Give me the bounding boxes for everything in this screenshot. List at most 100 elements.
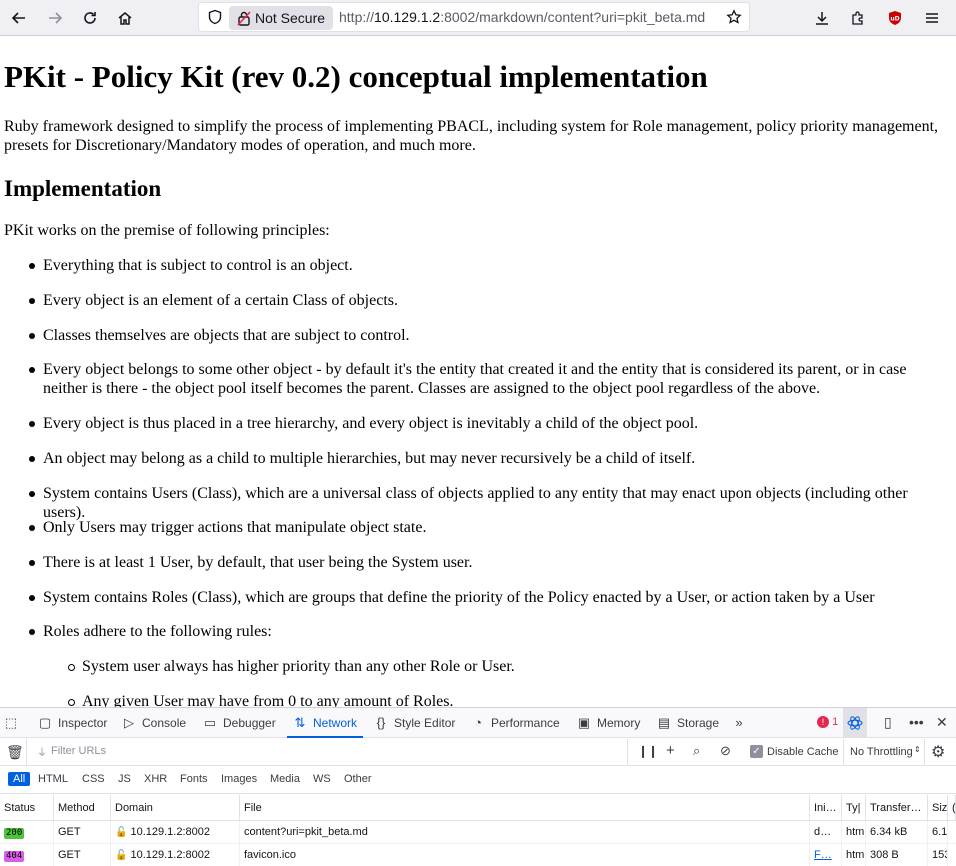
- tab-inspector[interactable]: ▢ Inspector: [38, 708, 108, 738]
- list-item: Every object is thus placed in a tree hi…: [29, 414, 943, 433]
- list-item: Only Users may trigger actions that mani…: [29, 518, 943, 537]
- tab-memory[interactable]: ▣ Memory: [577, 708, 641, 738]
- inspector-icon: ▢: [38, 715, 52, 730]
- network-icon: ⇅: [294, 715, 306, 730]
- tab-network[interactable]: ⇅ Network: [286, 708, 364, 738]
- type-filter-fonts[interactable]: Fonts: [180, 773, 208, 785]
- type-filter-xhr[interactable]: XHR: [144, 773, 167, 785]
- memory-icon: ▣: [577, 715, 591, 730]
- list-item: There is at least 1 User, by default, th…: [29, 553, 943, 572]
- sub-list-item: Any given User may have from 0 to any am…: [68, 692, 942, 707]
- tab-style-editor[interactable]: {} Style Editor: [374, 708, 456, 738]
- column-type[interactable]: Ty|: [842, 795, 866, 820]
- row-file: favicon.ico: [240, 844, 810, 866]
- row-method: GET: [54, 844, 111, 866]
- insecure-lock-icon: 🔓: [115, 850, 128, 861]
- type-filter-other[interactable]: Other: [344, 773, 372, 785]
- page-title: PKit - Policy Kit (rev 0.2) conceptual i…: [4, 59, 708, 94]
- column-transferred[interactable]: Transfer…: [866, 795, 928, 820]
- console-icon: ▷: [124, 715, 134, 730]
- ublock-icon[interactable]: uD: [881, 4, 909, 32]
- throttling-value: No Throttling: [850, 746, 913, 758]
- type-filter-html[interactable]: HTML: [38, 773, 68, 785]
- devtools-tabbar: ⬚ ▢ Inspector ▷ Console ▭ Debugger ⇅ Network…: [0, 708, 956, 738]
- table-row[interactable]: 404 GET 🔓 10.129.1.2:8002 favicon.ico F… …: [0, 844, 956, 866]
- devtools-panel: ⬚ ▢ Inspector ▷ Console ▭ Debugger ⇅ Network…: [0, 707, 956, 866]
- trash-icon[interactable]: 🗑: [6, 744, 24, 761]
- not-secure-badge[interactable]: Not Secure: [229, 6, 334, 30]
- chevron-updown-icon: ⇕: [914, 745, 921, 754]
- error-count-badge[interactable]: ! 1: [817, 716, 838, 728]
- block-icon[interactable]: ⊘: [720, 743, 731, 759]
- list-item: Every object belongs to some other objec…: [29, 360, 943, 398]
- element-picker-icon[interactable]: ⬚: [4, 708, 24, 738]
- throttling-select[interactable]: No Throttling ⇕: [843, 739, 925, 765]
- forward-icon[interactable]: [41, 4, 69, 32]
- column-file[interactable]: File: [240, 795, 810, 820]
- react-devtools-icon[interactable]: [843, 708, 867, 738]
- row-file: content?uri=pkit_beta.md: [240, 821, 810, 843]
- close-devtools-icon[interactable]: ✕: [936, 714, 948, 731]
- list-item: Everything that is subject to control is…: [29, 256, 943, 275]
- row-size: 6.1!: [928, 821, 948, 843]
- tab-debugger[interactable]: ▭ Debugger: [203, 708, 276, 738]
- url-path: :8002/markdown/content?uri=pkit_beta.md: [440, 9, 706, 25]
- url-bar[interactable]: Not Secure http://10.129.1.2:8002/markdo…: [198, 2, 750, 32]
- back-icon[interactable]: [5, 4, 33, 32]
- home-icon[interactable]: [111, 4, 139, 32]
- gear-icon[interactable]: ⚙: [931, 742, 945, 762]
- column-method[interactable]: Method: [54, 795, 111, 820]
- type-filter-ws[interactable]: WS: [313, 773, 331, 785]
- type-filter-media[interactable]: Media: [270, 773, 300, 785]
- broken-lock-icon: [237, 11, 251, 26]
- insecure-lock-icon: 🔓: [115, 827, 128, 838]
- disable-cache-label: Disable Cache: [767, 746, 839, 758]
- extensions-icon[interactable]: [844, 4, 872, 32]
- shield-icon[interactable]: [207, 9, 223, 25]
- disable-cache-checkbox[interactable]: ✓: [750, 745, 763, 758]
- search-icon[interactable]: ⌕: [693, 743, 700, 759]
- url-scheme: http://: [339, 9, 375, 25]
- ublock-badge-text: uD: [890, 16, 899, 23]
- filter-placeholder: Filter URLs: [51, 745, 107, 757]
- column-status[interactable]: Status: [0, 795, 54, 820]
- table-row[interactable]: 200 GET 🔓 10.129.1.2:8002 content?uri=pki…: [0, 821, 956, 844]
- funnel-icon: ⏚: [37, 748, 47, 759]
- more-options-icon[interactable]: •••: [909, 714, 924, 730]
- list-item: System contains Users (Class), which are…: [29, 484, 943, 522]
- type-filter-images[interactable]: Images: [221, 773, 257, 785]
- type-filter-css[interactable]: CSS: [82, 773, 105, 785]
- url-text[interactable]: http://10.129.1.2:8002/markdown/content?…: [339, 3, 705, 31]
- tab-storage[interactable]: ▤ Storage: [657, 708, 719, 738]
- menu-icon[interactable]: [918, 4, 946, 32]
- performance-icon: ◔: [474, 715, 482, 730]
- row-domain: 🔓 10.129.1.2:8002: [111, 821, 240, 843]
- column-domain[interactable]: Domain: [111, 795, 240, 820]
- row-method: GET: [54, 821, 111, 843]
- type-filter-js[interactable]: JS: [118, 773, 131, 785]
- overflow-tabs-icon[interactable]: »: [732, 708, 752, 738]
- pause-icon[interactable]: ❙❙: [638, 744, 658, 758]
- column-overflow[interactable]: (: [948, 795, 956, 820]
- list-item: An object may belong as a child to multi…: [29, 449, 943, 468]
- style-editor-icon: {}: [376, 715, 386, 730]
- column-initiator[interactable]: Ini…: [810, 795, 842, 820]
- reload-icon[interactable]: [76, 4, 104, 32]
- list-item: Roles adhere to the following rules:: [29, 622, 943, 641]
- responsive-mode-icon[interactable]: ▯: [884, 714, 892, 731]
- row-type: htm: [842, 844, 866, 866]
- url-host: 10.129.1.2: [374, 9, 441, 25]
- column-size[interactable]: Siz: [928, 795, 948, 820]
- error-icon: !: [817, 716, 829, 728]
- request-type-filters: All HTML CSS JS XHR Fonts Images Media W…: [0, 766, 956, 794]
- downloads-icon[interactable]: [808, 4, 836, 32]
- plus-icon[interactable]: +: [666, 742, 675, 759]
- tab-performance[interactable]: ◔ Performance: [471, 708, 560, 738]
- row-initiator-link[interactable]: F…: [810, 844, 842, 866]
- filter-urls-input[interactable]: ⏚ Filter URLs: [26, 739, 628, 765]
- bookmark-star-icon[interactable]: [726, 9, 742, 25]
- tab-console[interactable]: ▷ Console: [122, 708, 186, 738]
- type-filter-all[interactable]: All: [8, 772, 31, 786]
- debugger-icon: ▭: [203, 715, 217, 730]
- storage-icon: ▤: [657, 715, 671, 730]
